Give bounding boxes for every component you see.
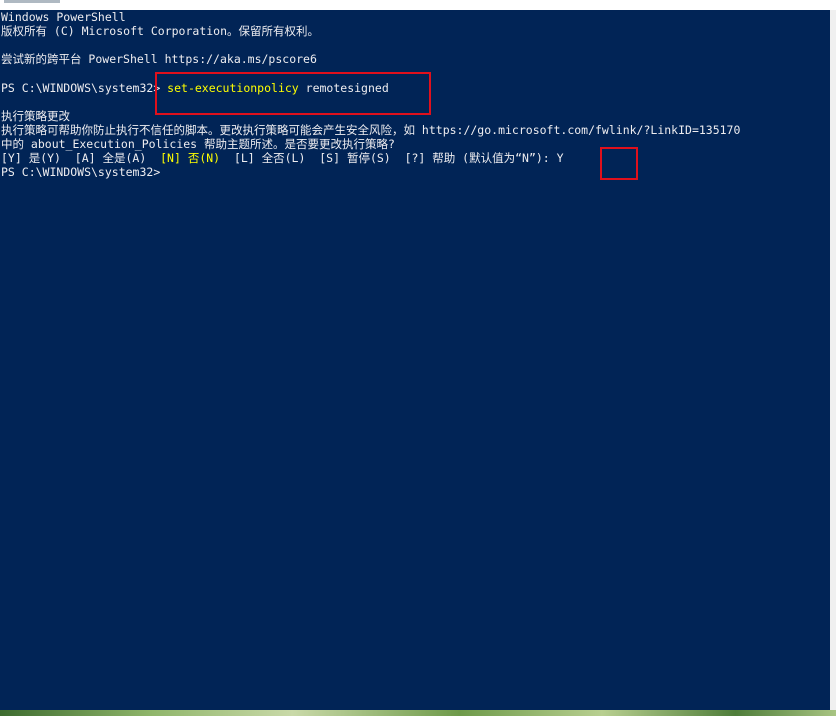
choice-no-default: [N] 否(N) bbox=[160, 151, 221, 165]
window-titlebar-fragment bbox=[0, 0, 836, 10]
prompt-text: PS C:\WINDOWS\system32> bbox=[1, 81, 168, 95]
console-line-policy-title: 执行策略更改 bbox=[1, 109, 70, 123]
powershell-console[interactable]: Windows PowerShell 版权所有 (C) Microsoft Co… bbox=[0, 10, 830, 710]
screenshot: Windows PowerShell 版权所有 (C) Microsoft Co… bbox=[0, 0, 836, 716]
console-prompt-line-2[interactable]: PS C:\WINDOWS\system32> bbox=[1, 165, 160, 179]
console-line-policy-question: 中的 about_Execution_Policies 帮助主题所述。是否要更改… bbox=[1, 137, 395, 151]
console-line-pscore-hint: 尝试新的跨平台 PowerShell https://aka.ms/pscore… bbox=[1, 52, 317, 66]
console-line-copyright: 版权所有 (C) Microsoft Corporation。保留所有权利。 bbox=[1, 24, 320, 38]
titlebar-icon-fragment bbox=[4, 0, 60, 3]
console-line-policy-desc: 执行策略可帮助你防止执行不信任的脚本。更改执行策略可能会产生安全风险，如 htt… bbox=[1, 123, 741, 137]
vertical-scrollbar[interactable] bbox=[830, 10, 836, 710]
annotation-box-command bbox=[155, 72, 431, 115]
desktop-wallpaper-strip bbox=[0, 710, 836, 716]
annotation-box-answer bbox=[600, 147, 638, 180]
choice-yes-all: [Y] 是(Y) [A] 全是(A) bbox=[1, 151, 161, 165]
console-line-header: Windows PowerShell bbox=[1, 10, 126, 24]
choice-rest-and-answer: [L] 全否(L) [S] 暂停(S) [?] 帮助 (默认值为“N”): Y bbox=[220, 151, 564, 165]
console-line-choices: [Y] 是(Y) [A] 全是(A) [N] 否(N) [L] 全否(L) [S… bbox=[1, 151, 564, 165]
